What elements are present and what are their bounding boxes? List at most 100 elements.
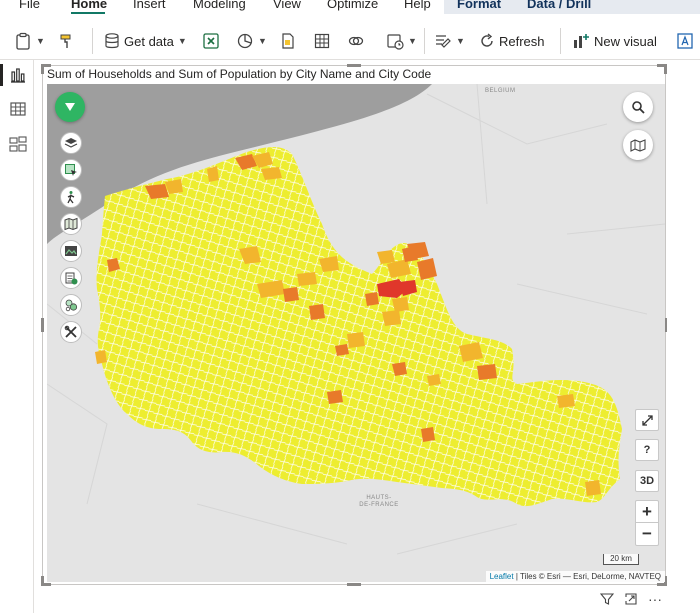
resize-handle[interactable]	[347, 583, 361, 586]
ribbon-divider	[560, 28, 561, 54]
tab-file[interactable]: File	[19, 0, 40, 11]
map-icon	[64, 217, 78, 231]
focus-mode-icon	[625, 593, 637, 605]
help-button[interactable]: ?	[635, 439, 659, 461]
leaflet-link[interactable]: Leaflet	[490, 572, 514, 581]
data-hub-button[interactable]: ▼	[236, 30, 267, 52]
model-view-button[interactable]	[8, 134, 28, 154]
cluster-icon	[65, 299, 78, 312]
new-visual-label: New visual	[594, 33, 657, 49]
format-painter-button[interactable]	[58, 30, 76, 52]
filter-icon	[600, 593, 614, 605]
chevron-down-icon: ▼	[408, 36, 417, 46]
text-box-button[interactable]	[676, 30, 694, 52]
table-view-button[interactable]	[8, 99, 28, 119]
visual-title: Sum of Households and Sum of Population …	[47, 67, 432, 81]
place-label-region-line2: DE-FRANCE	[359, 502, 399, 508]
tab-insert[interactable]: Insert	[133, 0, 166, 11]
ribbon-divider	[424, 28, 425, 54]
map-settings-button[interactable]	[623, 130, 653, 160]
zoom-control: + −	[635, 500, 659, 546]
refresh-button[interactable]: Refresh	[478, 30, 545, 52]
database-icon	[105, 33, 119, 49]
chevron-down-icon: ▼	[456, 36, 465, 46]
table-icon	[314, 33, 330, 49]
new-visual-button[interactable]: New visual	[571, 30, 657, 52]
tab-data-drill[interactable]: Data / Drill	[527, 0, 591, 11]
enter-data-button[interactable]	[313, 30, 331, 52]
chevron-down-icon: ▼	[258, 36, 267, 46]
pedestrian-icon	[67, 191, 75, 204]
new-visual-icon	[574, 34, 589, 48]
map-style-button[interactable]	[60, 213, 82, 235]
tab-help[interactable]: Help	[404, 0, 431, 11]
schedule-refresh-button[interactable]: ▼	[386, 30, 417, 52]
paste-button[interactable]: ▼	[14, 30, 45, 52]
layers-button[interactable]	[60, 132, 82, 154]
map-canvas[interactable]: BELGIUM HAUTS- DE-FRANCE ? 3D + − 20 km …	[47, 84, 665, 582]
map-search-button[interactable]	[623, 92, 653, 122]
zoom-in-button[interactable]: +	[636, 501, 658, 523]
place-label-region: HAUTS- DE-FRANCE	[359, 495, 399, 509]
resize-handle[interactable]	[41, 576, 44, 586]
basemap-button[interactable]	[60, 240, 82, 262]
get-data-button[interactable]: Get data ▼	[103, 30, 187, 52]
refresh-icon	[481, 33, 493, 47]
filter-button[interactable]	[598, 590, 616, 608]
street-view-button[interactable]	[60, 186, 82, 208]
link-icon	[348, 36, 364, 46]
wrench-screwdriver-icon	[64, 325, 77, 338]
excel-button[interactable]	[202, 30, 220, 52]
triangle-down-icon	[65, 103, 75, 111]
search-icon	[632, 101, 645, 114]
ribbon: ▼ Get data ▼ ▼ ▼ ▼ Refresh New visual	[0, 20, 700, 60]
recent-sources-button[interactable]	[347, 30, 365, 52]
calendar-clock-icon	[387, 34, 404, 50]
3d-view-button[interactable]: 3D	[635, 470, 659, 492]
report-view-button[interactable]	[8, 65, 28, 85]
transform-data-icon	[436, 35, 451, 48]
transform-data-button[interactable]: ▼	[434, 30, 465, 52]
map-visual[interactable]: Sum of Households and Sum of Population …	[41, 64, 667, 586]
tab-home[interactable]: Home	[71, 0, 107, 11]
map-basemap	[47, 84, 665, 555]
refresh-label: Refresh	[499, 33, 545, 49]
selection-icon	[65, 164, 77, 176]
tab-view[interactable]: View	[273, 0, 301, 11]
dataverse-button[interactable]	[279, 30, 297, 52]
active-view-indicator	[0, 64, 3, 86]
more-options-icon[interactable]: ···	[646, 590, 664, 608]
tab-optimize[interactable]: Optimize	[327, 0, 378, 11]
resize-handle[interactable]	[41, 318, 44, 332]
ribbon-divider	[92, 28, 93, 54]
active-tab-indicator	[71, 12, 105, 14]
map-icon	[630, 139, 646, 152]
tools-button[interactable]	[60, 321, 82, 343]
file-icon	[282, 33, 294, 49]
expand-arrows-icon	[641, 414, 653, 426]
zoom-out-button[interactable]: −	[636, 523, 658, 545]
data-layer-button[interactable]	[60, 267, 82, 289]
tab-format[interactable]: Format	[457, 0, 501, 11]
selection-button[interactable]	[60, 159, 82, 181]
layers-menu-button[interactable]	[55, 92, 85, 122]
place-label-region-line1: HAUTS-	[366, 495, 392, 501]
layers-icon	[64, 138, 78, 148]
fullscreen-button[interactable]	[635, 409, 659, 431]
scale-bar: 20 km	[603, 554, 639, 565]
chevron-down-icon: ▼	[36, 36, 45, 46]
excel-icon	[203, 33, 219, 49]
menu-bar: File Home Insert Modeling View Optimize …	[0, 0, 700, 14]
tab-modeling[interactable]: Modeling	[193, 0, 246, 11]
text-box-icon	[677, 33, 693, 49]
attribution-text: | Tiles © Esri — Esri, DeLorme, NAVTEQ	[513, 572, 661, 581]
chevron-down-icon: ▼	[177, 36, 187, 46]
clustering-button[interactable]	[60, 294, 82, 316]
place-label-belgium: BELGIUM	[485, 88, 516, 94]
satellite-map-icon	[65, 246, 77, 256]
resize-handle[interactable]	[41, 64, 44, 74]
resize-handle[interactable]	[664, 64, 667, 74]
data-layer-icon	[65, 272, 78, 285]
model-icon	[9, 136, 27, 152]
focus-mode-button[interactable]	[622, 590, 640, 608]
